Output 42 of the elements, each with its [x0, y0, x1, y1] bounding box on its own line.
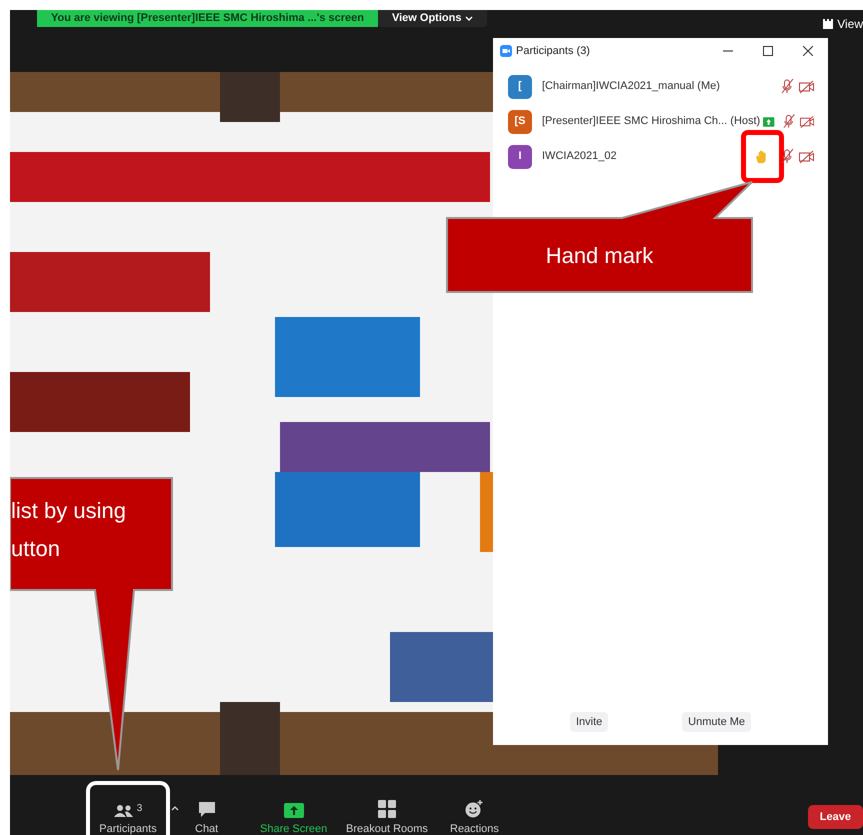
close-icon[interactable] — [803, 46, 813, 56]
video-off-icon — [799, 150, 814, 164]
participant-name: [Chairman]IWCIA2021_manual (Me) — [542, 79, 720, 94]
muted-microphone-icon — [782, 114, 795, 129]
window-title: Participants (3) — [516, 44, 590, 59]
participant-row[interactable]: I IWCIA2021_02 — [493, 139, 828, 174]
toolbar-breakout-button[interactable]: Breakout Rooms — [346, 785, 428, 835]
participant-row[interactable]: [ [Chairman]IWCIA2021_manual (Me) — [493, 69, 828, 104]
chevron-down-icon — [465, 15, 474, 22]
video-off-icon — [799, 80, 814, 94]
toolbar-reactions-button[interactable]: Reactions — [450, 785, 499, 835]
share-screen-icon — [284, 803, 304, 818]
muted-microphone-icon — [781, 79, 794, 94]
toolbar-chat-button[interactable]: Chat — [195, 785, 218, 835]
panel-button[interactable]: Unmute Me — [682, 712, 752, 732]
view-button[interactable]: View — [823, 15, 863, 33]
participant-row[interactable]: [S [Presenter]IEEE SMC Hiroshima Ch... (Host) — [493, 104, 828, 139]
video-off-icon — [800, 114, 814, 128]
chat-bubble-icon — [198, 801, 216, 818]
toolbar-share-button[interactable]: Share Screen — [260, 785, 328, 835]
participant-count: 3 — [136, 804, 142, 814]
video-camera-icon — [500, 45, 512, 57]
toolbar-participants-button[interactable]: 3 Participants — [86, 781, 170, 835]
participant-name: [Presenter]IEEE SMC Hiroshima Ch... (Host) — [542, 114, 760, 130]
avatar: [ — [508, 74, 532, 98]
caret-up-icon[interactable] — [171, 805, 179, 812]
leave-button[interactable]: Leave — [808, 805, 863, 829]
viewing-banner: You are viewing [Presenter]IEEE SMC Hiroshima ...'s screen — [37, 10, 378, 27]
callout-text: Hand mark — [546, 242, 654, 270]
callout-text: utton — [11, 535, 61, 563]
smiley-icon — [465, 800, 484, 818]
panel-button[interactable]: Invite — [570, 712, 608, 732]
grid-icon — [823, 19, 834, 29]
avatar: [S — [508, 110, 532, 134]
view-options-button[interactable]: View Options — [378, 10, 488, 27]
maximize-icon[interactable] — [763, 46, 773, 56]
grid-icon — [378, 800, 396, 818]
participant-name: IWCIA2021_02 — [542, 149, 617, 164]
people-icon — [114, 804, 134, 818]
avatar: I — [508, 144, 532, 168]
callout-text: list by using — [11, 497, 126, 525]
muted-microphone-icon — [781, 149, 794, 164]
